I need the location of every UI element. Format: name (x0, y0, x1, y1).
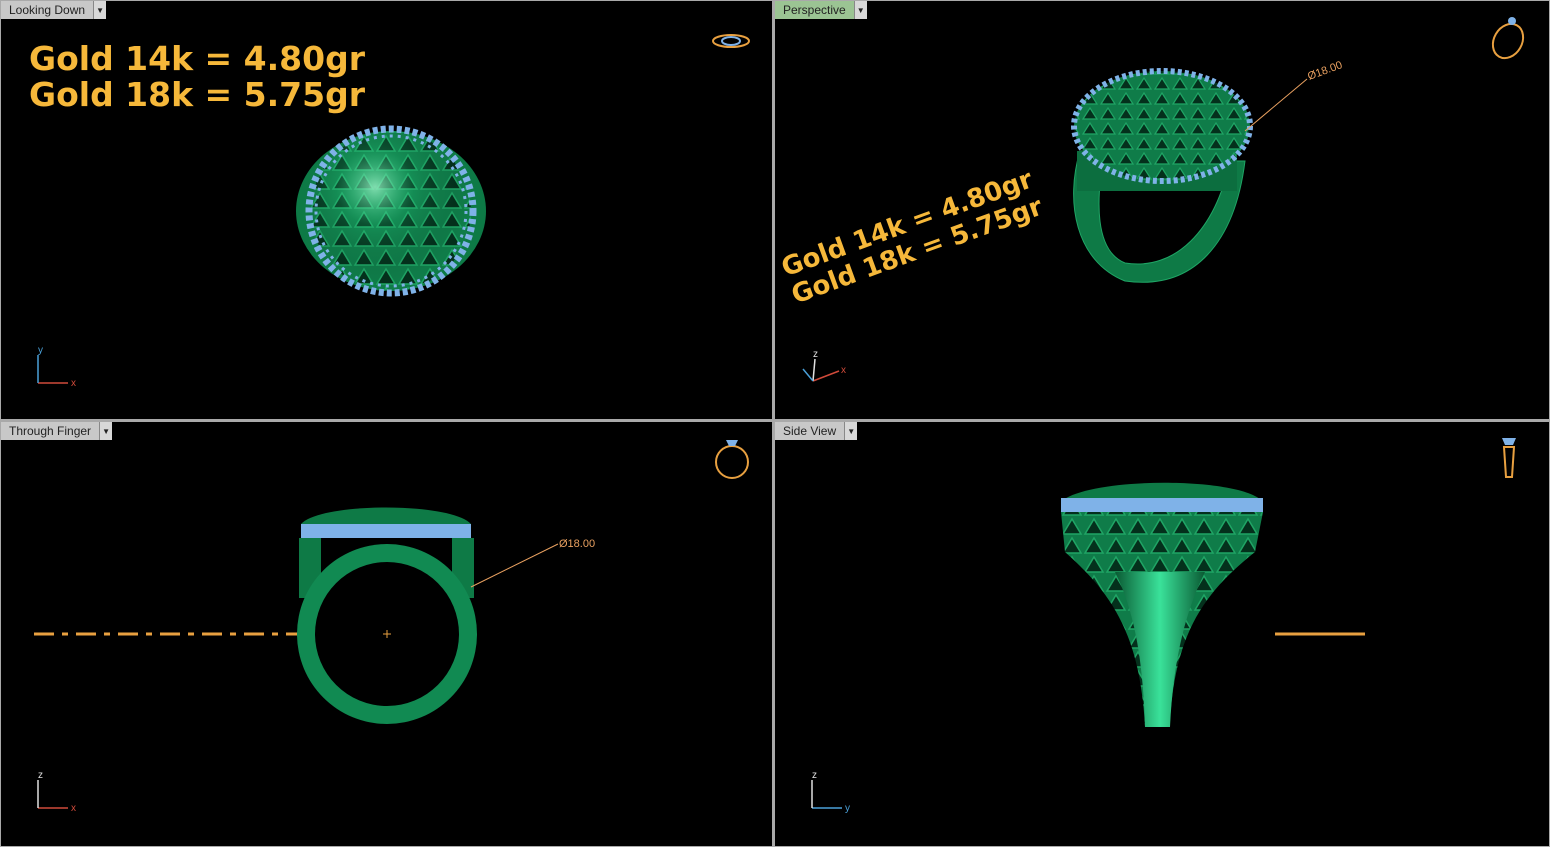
viewport-side-view[interactable]: Side View ▼ y z (775, 422, 1549, 846)
axis-x-label: x (71, 378, 76, 389)
axis-z-label: z (812, 770, 817, 781)
axis-y-label: y (845, 803, 850, 814)
viewport-looking-down[interactable]: Looking Down ▼ Gold 14k = 4.80gr Gold 18… (1, 1, 772, 419)
ring-front-view: x z (34, 440, 749, 814)
view-cube-ring-icon (712, 34, 750, 48)
view-cube-ring-icon (1491, 17, 1525, 60)
axis-indicator: x y (37, 345, 76, 389)
axis-y-label: y (38, 345, 43, 356)
viewport-perspective[interactable]: Perspective ▼ Gold 14k = 4.80gr Gold 18k… (775, 1, 1549, 419)
ring-side-view: y z (811, 438, 1516, 814)
ring-perspective-view: x z (802, 17, 1525, 382)
axis-z-label: z (813, 349, 818, 360)
axis-x-label: x (841, 365, 846, 376)
axis-z-label: z (38, 770, 43, 781)
axis-indicator: y z (811, 770, 850, 814)
axis-indicator: x z (802, 349, 846, 382)
viewport-through-finger[interactable]: Through Finger ▼ Ø18.00 x z (1, 422, 772, 846)
view-cube-ring-icon (1502, 438, 1516, 478)
axis-x-label: x (71, 803, 76, 814)
axis-indicator: x z (37, 770, 76, 814)
ring-top-view: x y (37, 34, 750, 389)
view-cube-ring-icon (715, 440, 749, 479)
